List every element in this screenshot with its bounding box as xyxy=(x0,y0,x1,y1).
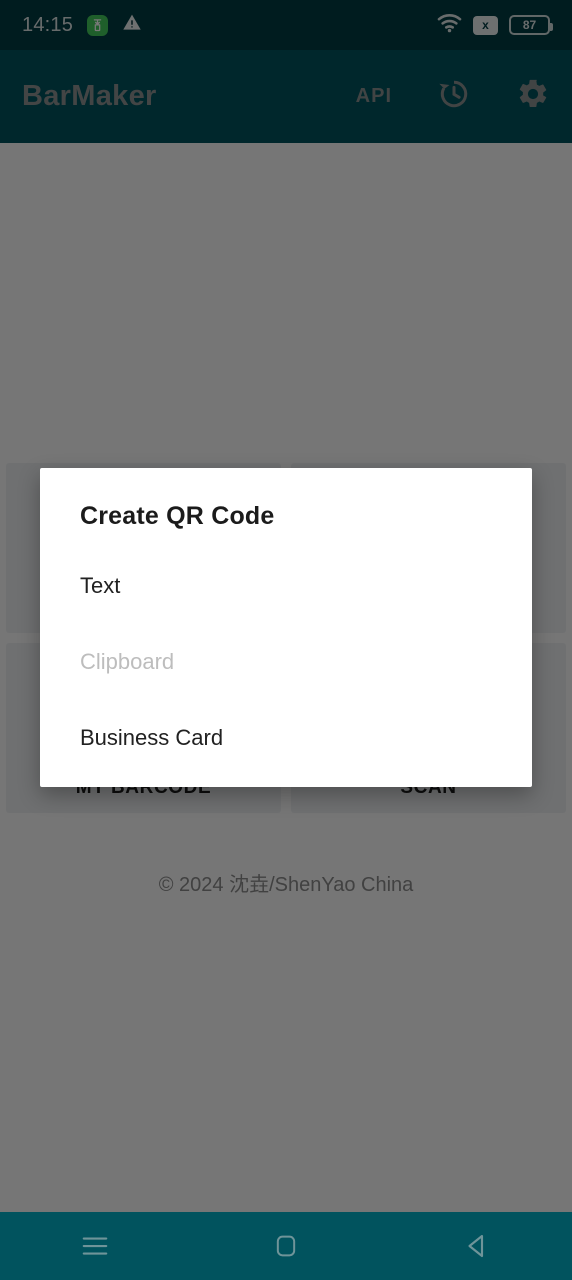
create-qr-code-dialog: Create QR Code Text Clipboard Business C… xyxy=(40,468,532,787)
dialog-title: Create QR Code xyxy=(80,502,275,530)
triangle-left-icon xyxy=(468,1234,483,1258)
navigation-bar xyxy=(0,1212,572,1280)
hamburger-icon xyxy=(83,1237,108,1255)
back-button[interactable] xyxy=(417,1231,537,1261)
dialog-option-text[interactable]: Text xyxy=(80,567,492,605)
home-button[interactable] xyxy=(226,1232,346,1260)
phone-screen: MY BARCODE SCAN © 2024 沈垚/ShenYao China … xyxy=(0,0,572,1280)
recents-button[interactable] xyxy=(35,1231,155,1261)
dialog-option-clipboard: Clipboard xyxy=(80,649,175,674)
dialog-option-business-card[interactable]: Business Card xyxy=(80,719,492,757)
square-icon xyxy=(276,1235,296,1257)
